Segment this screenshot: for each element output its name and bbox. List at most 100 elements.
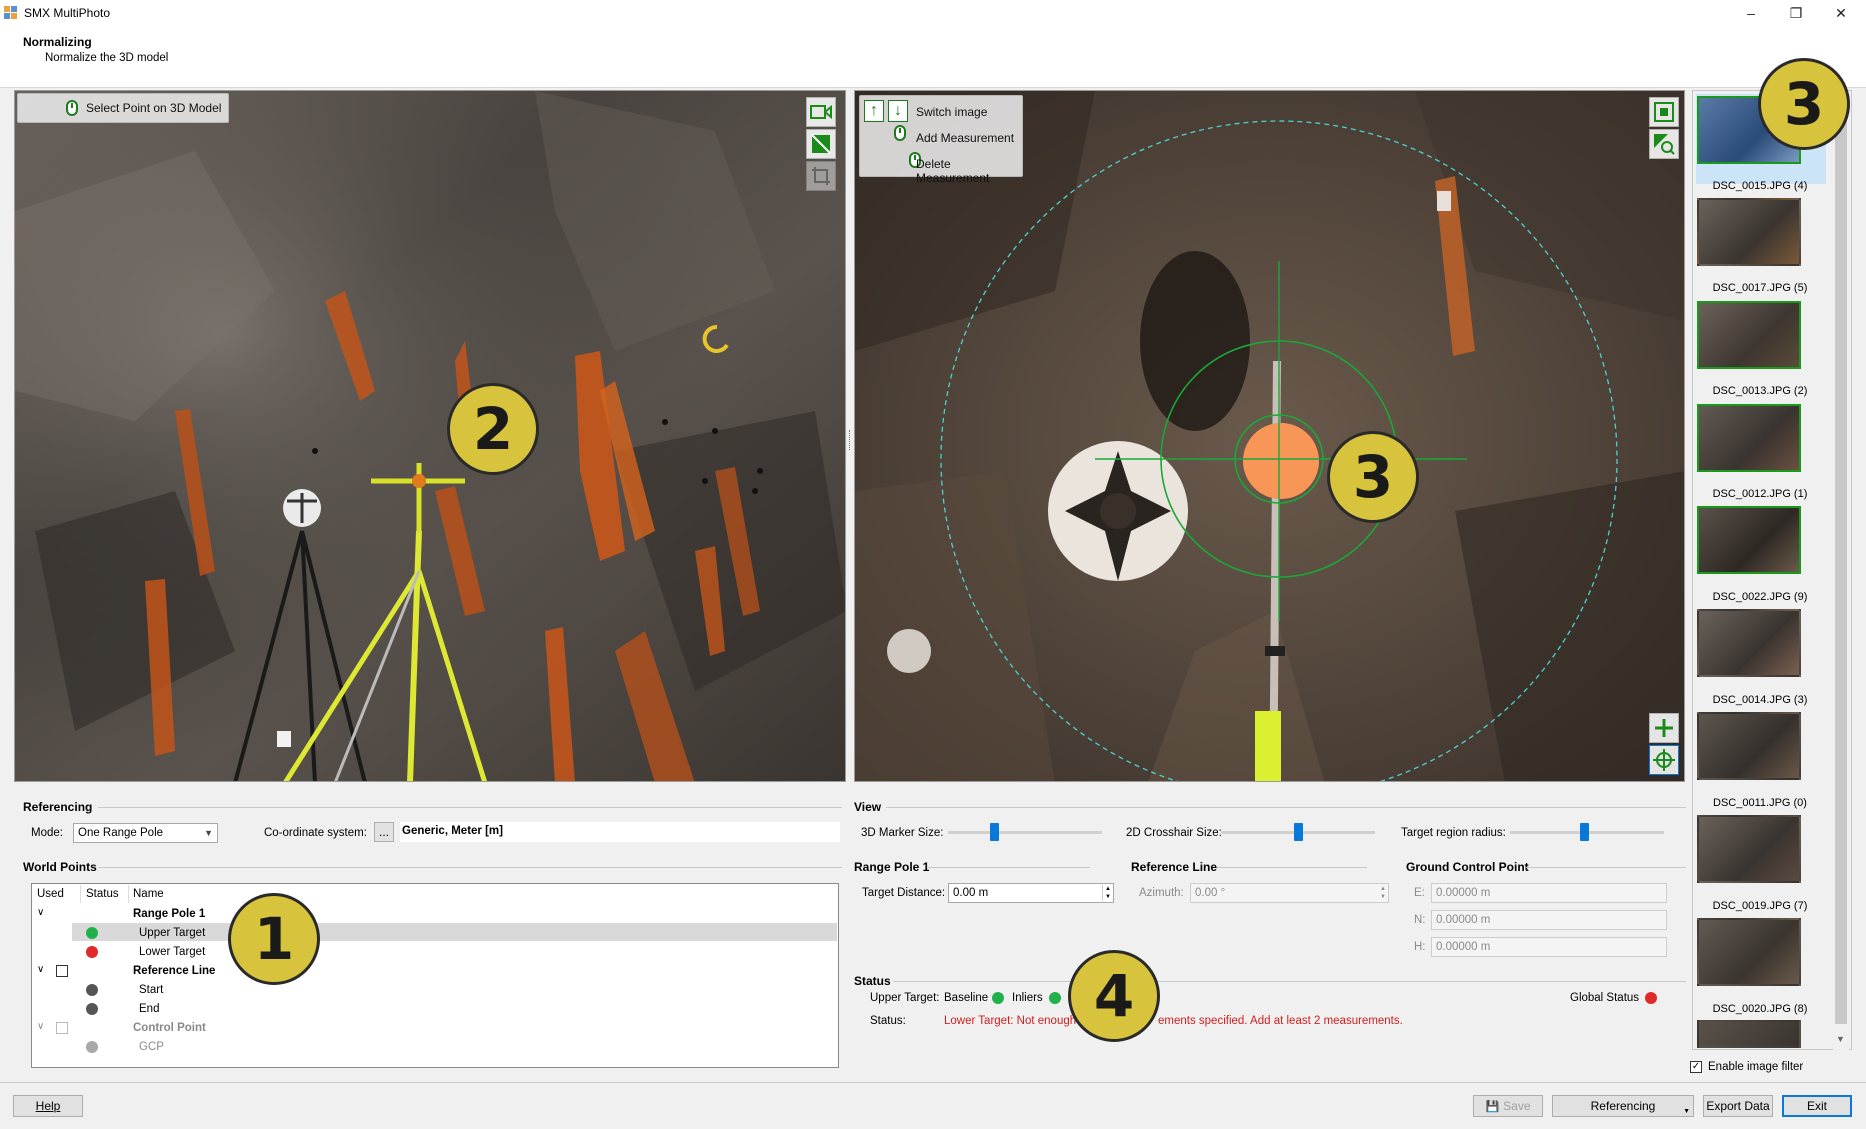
image-view[interactable]: ↑ ↓ Switch image Add Measurement Delete … [854,90,1685,782]
minimize-icon[interactable]: – [1728,0,1774,26]
splitter-handle[interactable] [849,430,852,450]
reference-line-heading: Reference Line [1131,860,1218,874]
thumbnail-label: DSC_0017.JPG (5) [1712,282,1808,294]
target-distance-input[interactable]: 0.00 m ▲ ▼ [948,883,1114,903]
tree-item-range-pole[interactable]: Range Pole 1 [133,908,205,920]
wizard-header [0,28,1866,88]
reference-line-checkbox[interactable] [56,965,68,977]
add-crosshair-button[interactable] [1649,713,1679,743]
referencing-button[interactable]: Referencing ▼ [1552,1095,1694,1117]
coordinate-browse-button[interactable]: ... [374,822,394,842]
expand-chevron-icon[interactable]: ∨ [37,1021,44,1032]
thumbnail-image[interactable] [1697,198,1801,266]
expand-chevron-icon[interactable]: ∨ [37,964,44,975]
marker-size-track[interactable] [948,831,1102,834]
save-button-label: Save [1503,1099,1531,1113]
tree-item-gcp[interactable]: GCP [139,1041,164,1053]
gcp-heading: Ground Control Point [1406,860,1529,874]
image-render[interactable] [855,91,1685,782]
thumbnail-image[interactable] [1697,918,1801,986]
target-distance-label: Target Distance: [862,887,946,899]
window-title: SMX MultiPhoto [24,6,111,20]
gcp-h-input[interactable]: 0.00000 m [1431,937,1667,957]
restore-icon[interactable]: ❐ [1773,0,1819,26]
exit-button[interactable]: Exit [1782,1095,1852,1117]
marker-size-label: 3D Marker Size: [861,827,944,839]
thumbnail-label: DSC_0019.JPG (7) [1712,900,1808,912]
export-data-button[interactable]: Export Data [1703,1095,1773,1117]
tree-item-upper-target[interactable]: Upper Target [139,927,205,939]
crop-view-button[interactable] [806,161,836,191]
divider [98,867,842,868]
thumbnail-image[interactable] [1697,301,1801,369]
azimuth-input[interactable]: 0.00 ° ▲ ▼ [1190,883,1389,903]
help-button[interactable]: Help [13,1095,83,1117]
spinner-icon[interactable]: ▲ ▼ [1102,885,1113,901]
tree-item-reference-line[interactable]: Reference Line [133,965,215,977]
coordinate-system-value: Generic, Meter [m] [400,822,840,842]
gcp-n-input[interactable]: 0.00000 m [1431,910,1667,930]
gcp-h-label: H: [1414,941,1426,953]
delete-measurement-hint: Delete Measurement [916,157,990,185]
tree-item-control-point[interactable]: Control Point [133,1022,206,1034]
coordinate-label: Co-ordinate system: [264,827,367,839]
thumbnail-image[interactable] [1697,815,1801,883]
arrow-down-icon[interactable]: ↓ [888,100,908,122]
thumbnail-label: DSC_0013.JPG (2) [1712,385,1808,397]
thumbnail-image[interactable] [1697,404,1801,472]
tree-item-start[interactable]: Start [139,984,163,996]
thumbnail-image[interactable] [1697,712,1801,780]
scroll-thumb[interactable] [1835,114,1847,1024]
close-icon[interactable]: ✕ [1818,0,1864,26]
gcp-e-input[interactable]: 0.00000 m [1431,883,1667,903]
page-title: Normalizing [23,35,92,49]
upper-target-label: Upper Target: [870,992,940,1004]
baseline-status-dot [992,992,1004,1004]
target-detect-button[interactable] [1649,745,1679,775]
tree-item-lower-target[interactable]: Lower Target [139,946,205,958]
model-3d-render[interactable] [15,91,846,782]
save-button[interactable]: 💾 Save [1473,1095,1543,1117]
arrow-up-icon[interactable]: ↑ [864,100,884,122]
divider [1526,867,1686,868]
column-name: Name [133,888,164,900]
thumbnail-image[interactable] [1697,1020,1801,1048]
azimuth-value: 0.00 ° [1195,887,1226,899]
thumbnail-label: DSC_0011.JPG (0) [1713,797,1807,809]
column-status: Status [86,888,119,900]
range-pole-heading: Range Pole 1 [854,860,930,874]
mouse-left-icon [66,100,78,116]
fit-view-button[interactable] [1649,97,1679,127]
camera-view-button[interactable] [806,97,836,127]
app-icon [4,6,18,20]
select-point-hint: Select Point on 3D Model [17,93,229,123]
thumbnail-image[interactable] [1697,609,1801,677]
select-point-hint-text: Select Point on 3D Model [86,101,222,115]
thumbnail-label: DSC_0014.JPG (3) [1712,694,1808,706]
zoom-image-button[interactable] [1649,129,1679,159]
dropdown-arrow-icon: ▼ [1683,1108,1690,1115]
crosshair-size-label: 2D Crosshair Size: [1126,827,1222,839]
thumbnail-image[interactable] [1697,506,1801,574]
marker-size-slider[interactable] [990,823,1000,841]
control-point-checkbox[interactable] [56,1022,68,1034]
switch-image-hint: Switch image [916,105,988,119]
callout-4: 4 [1068,950,1160,1042]
expand-chevron-icon[interactable]: ∨ [37,907,44,918]
target-distance-value: 0.00 m [953,887,989,899]
crosshair-size-slider[interactable] [1294,823,1303,841]
mode-select[interactable]: One Range Pole ▼ [73,823,218,843]
inliers-status-dot [1049,992,1061,1004]
ortho-view-button[interactable] [806,129,836,159]
tree-item-end[interactable]: End [139,1003,159,1015]
title-bar: SMX MultiPhoto – ❐ ✕ [0,0,1866,28]
target-radius-slider[interactable] [1579,823,1589,841]
scroll-down-icon[interactable]: ▼ [1836,1034,1845,1044]
world-points-heading: World Points [23,860,97,874]
thumbnail-scrollbar[interactable]: ▲ ▼ [1833,94,1849,1050]
status-dot-gray [86,984,98,996]
image-filter-checkbox[interactable]: ✓ [1690,1061,1702,1073]
inliers-label: Inliers [1012,992,1043,1004]
spinner-icon[interactable]: ▲ ▼ [1378,885,1388,901]
model-3d-view[interactable]: Select Point on 3D Model 2 [14,90,846,782]
